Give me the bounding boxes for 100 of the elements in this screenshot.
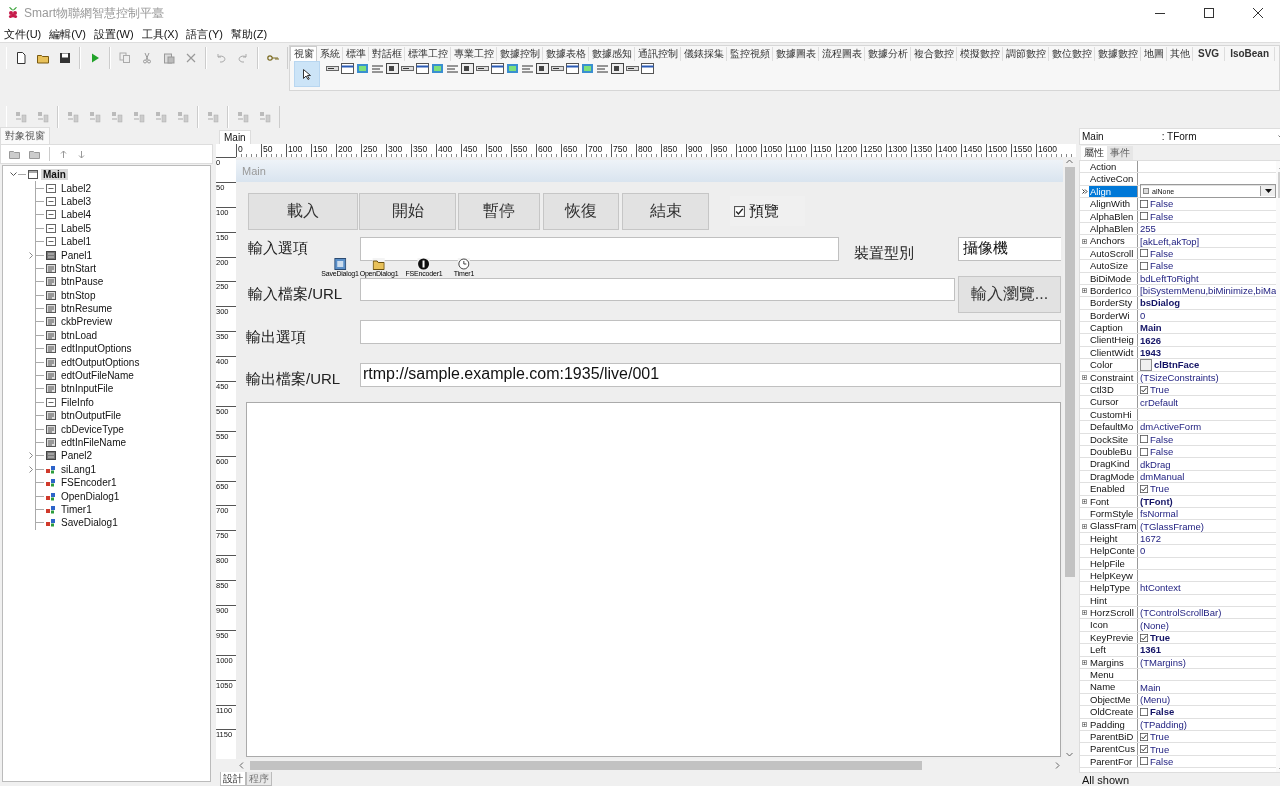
property-name[interactable]: OldCreate (1089, 706, 1138, 718)
property-name[interactable]: Height (1089, 532, 1138, 545)
palette-tab[interactable]: 專業工控 (451, 46, 497, 61)
form-button[interactable]: 結束 (622, 193, 709, 230)
property-name[interactable]: AutoSize (1089, 260, 1138, 272)
input-field[interactable] (360, 237, 839, 261)
property-name[interactable]: Anchors (1089, 235, 1138, 247)
tree-item[interactable]: edtOutputOptions (59, 356, 142, 368)
save-icon[interactable] (59, 52, 71, 64)
tree-item[interactable]: Panel1 (59, 249, 95, 261)
tree-item[interactable]: Main (41, 169, 68, 181)
folder-icon[interactable] (37, 52, 49, 64)
property-name[interactable]: AlphaBlen (1089, 210, 1138, 222)
tree-item[interactable]: Panel2 (59, 450, 95, 462)
chevron-right-icon[interactable] (29, 465, 34, 473)
scroll-up-icon[interactable] (1066, 159, 1073, 164)
property-name[interactable]: DragMode (1089, 470, 1138, 483)
vertical-scrollbar[interactable] (1063, 157, 1076, 759)
property-name[interactable]: BorderWi (1089, 309, 1138, 322)
property-name[interactable]: AlignWith (1089, 198, 1138, 210)
property-name[interactable]: HelpFile (1089, 557, 1138, 569)
property-row[interactable]: AutoScroll False (1080, 247, 1277, 261)
property-name[interactable]: BorderIco (1089, 284, 1138, 297)
input-field[interactable]: rtmp://sample.example.com:1935/live/001 (360, 363, 1061, 387)
property-name[interactable]: Left (1089, 644, 1138, 656)
expand-icon[interactable] (1082, 498, 1087, 504)
view-tab[interactable]: 程序 (246, 772, 272, 786)
save-icon[interactable] (334, 258, 346, 270)
tree-item[interactable]: btnOutputFile (59, 410, 124, 422)
component-icon[interactable] (491, 63, 504, 74)
palette-tab[interactable]: 數據表格 (543, 46, 589, 61)
browse-button[interactable]: 輸入瀏覽... (958, 276, 1061, 313)
property-name[interactable]: Margins (1089, 656, 1138, 668)
component-icon[interactable] (401, 63, 414, 74)
property-row[interactable]: Margins (TMargins) (1080, 656, 1277, 669)
tree-item[interactable]: Timer1 (59, 503, 94, 515)
checkbox[interactable] (1140, 633, 1148, 642)
checkbox[interactable] (1140, 261, 1148, 270)
checkbox[interactable] (734, 205, 745, 217)
palette-tab[interactable]: 流程圖表 (819, 46, 865, 61)
property-row[interactable]: AlignWith False (1080, 198, 1277, 211)
tree-item[interactable]: cbDeviceType (59, 423, 126, 435)
property-name[interactable]: GlassFram (1089, 520, 1138, 532)
component-icon[interactable] (326, 63, 339, 74)
property-row[interactable]: Color clBtnFace (1080, 359, 1277, 372)
property-row[interactable]: BorderIco [biSystemMenu,biMinimize,biMa (1080, 284, 1277, 298)
property-name[interactable]: Action (1089, 161, 1138, 173)
property-row[interactable]: Name Main (1080, 681, 1277, 694)
property-row[interactable]: AlphaBlen 255 (1080, 222, 1277, 236)
palette-tab[interactable]: 標準 (343, 46, 369, 61)
tree-item[interactable]: Label3 (59, 195, 94, 207)
palette-tab[interactable]: 調節數控 (1003, 46, 1049, 61)
property-row[interactable]: Height 1672 (1080, 532, 1277, 546)
property-name[interactable]: Icon (1089, 619, 1138, 631)
chevron-down-icon[interactable] (10, 172, 17, 178)
property-name[interactable]: HelpType (1089, 582, 1138, 594)
palette-tab[interactable]: 複合數控 (911, 46, 957, 61)
arrow-icon[interactable] (77, 149, 86, 159)
checkbox[interactable] (1140, 447, 1148, 456)
property-row[interactable]: ObjectMe (Menu) (1080, 693, 1277, 707)
property-name[interactable]: Padding (1089, 718, 1138, 730)
cut-icon[interactable] (141, 52, 153, 64)
property-name[interactable]: ParentBiD (1089, 730, 1138, 743)
component-icon[interactable] (386, 63, 399, 74)
expand-icon[interactable] (1082, 288, 1087, 294)
property-name[interactable]: BorderSty (1089, 297, 1138, 309)
input-field[interactable] (360, 278, 955, 301)
property-row[interactable]: ParentCus True (1080, 743, 1277, 756)
disc-icon[interactable] (418, 258, 430, 270)
expand-icon[interactable] (1082, 659, 1087, 665)
form-button[interactable]: 暫停 (458, 193, 540, 230)
property-name[interactable]: ParentFor (1089, 755, 1138, 768)
tree-item[interactable]: btnStop (59, 289, 98, 301)
property-name[interactable]: Hint (1089, 594, 1138, 607)
component-icon[interactable] (416, 63, 429, 74)
chevron-right-icon[interactable] (29, 452, 34, 460)
property-row[interactable]: ParentBiD True (1080, 730, 1277, 744)
property-row[interactable]: BorderWi 0 (1080, 309, 1277, 323)
menu-item[interactable]: 設置(W) (93, 26, 134, 42)
checkbox[interactable] (1140, 249, 1148, 258)
checkbox[interactable] (1140, 745, 1148, 754)
palette-tab[interactable]: 對話框 (369, 46, 405, 61)
menu-item[interactable]: 幫助(Z) (231, 26, 268, 42)
expand-icon[interactable] (1082, 374, 1087, 380)
palette-tab[interactable]: 儀錶採集 (681, 46, 727, 61)
property-row[interactable]: DefaultMo dmActiveForm (1080, 421, 1277, 434)
form-button[interactable]: 載入 (248, 193, 358, 230)
caret-icon[interactable] (1264, 189, 1272, 194)
property-row[interactable]: GlassFram (TGlassFrame) (1080, 520, 1277, 533)
palette-tab[interactable]: 系統 (317, 46, 343, 61)
property-row[interactable]: Cursor crDefault (1080, 396, 1277, 409)
document-tab[interactable]: Main (219, 130, 251, 144)
checkbox[interactable] (1140, 435, 1148, 444)
property-name[interactable]: DoubleBu (1089, 446, 1138, 458)
delete-icon[interactable] (185, 52, 197, 64)
property-row[interactable]: Hint (1080, 594, 1277, 608)
tree-item[interactable]: edtInFileName (59, 437, 129, 448)
property-row[interactable]: Padding (TPadding) (1080, 718, 1277, 731)
component-icon[interactable] (461, 63, 474, 74)
property-name[interactable]: ClientHeig (1089, 334, 1138, 346)
